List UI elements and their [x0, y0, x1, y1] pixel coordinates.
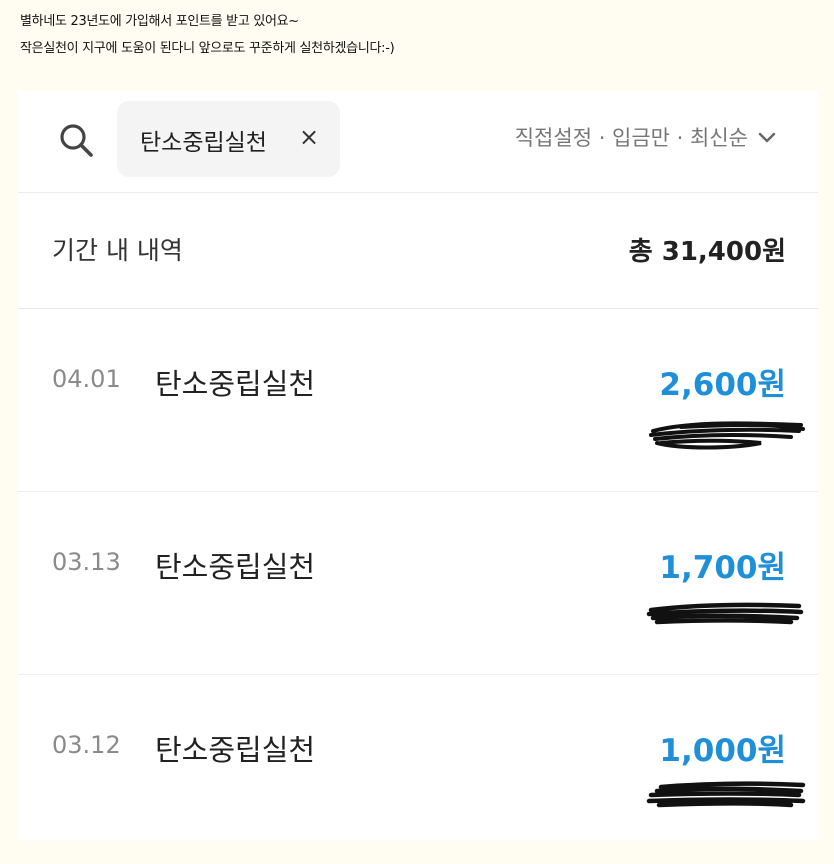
redaction-scribble [646, 602, 804, 625]
transaction-date: 03.13 [52, 548, 121, 576]
close-icon[interactable]: × [295, 123, 323, 151]
transaction-row[interactable]: 04.01 탄소중립실천 2,600원 [18, 309, 818, 492]
transaction-amount: 2,600원 [659, 367, 786, 403]
summary-total: 총 31,400원 [628, 237, 786, 267]
transaction-date: 03.12 [52, 731, 121, 759]
summary-label: 기간 내 내역 [52, 236, 183, 265]
transaction-amount: 1,000원 [659, 733, 786, 769]
redaction-scribble [649, 421, 805, 450]
search-icon[interactable] [58, 122, 94, 158]
transaction-title: 탄소중립실천 [155, 367, 316, 401]
transaction-row[interactable]: 03.13 탄소중립실천 1,700원 [18, 492, 818, 675]
transaction-title: 탄소중립실천 [155, 550, 316, 584]
caption-line-1: 별하네도 23년도에 가입해서 포인트를 받고 있어요~ [20, 14, 299, 29]
filter-dropdown[interactable]: 직접설정 · 입금만 · 최신순 [515, 122, 778, 152]
post-caption: 별하네도 23년도에 가입해서 포인트를 받고 있어요~ 작은실천이 지구에 도… [20, 8, 395, 62]
chip-label: 탄소중립실천 [140, 130, 267, 156]
caption-line-2: 작은실천이 지구에 도움이 된다니 앞으로도 꾸준하게 실천하겠습니다:-) [20, 41, 395, 56]
chevron-down-icon [756, 126, 778, 148]
period-summary: 기간 내 내역 총 31,400원 [18, 193, 818, 309]
filter-label: 직접설정 · 입금만 · 최신순 [514, 126, 748, 150]
redaction-scribble [646, 781, 806, 808]
transaction-date: 04.01 [52, 365, 121, 393]
transaction-card: 탄소중립실천 × 직접설정 · 입금만 · 최신순 기간 내 내역 총 31,4… [18, 90, 818, 840]
transaction-row[interactable]: 03.12 탄소중립실천 1,000원 [18, 675, 818, 857]
transaction-amount: 1,700원 [659, 550, 786, 586]
search-keyword-chip[interactable]: 탄소중립실천 × [117, 101, 340, 177]
transaction-title: 탄소중립실천 [155, 733, 316, 767]
search-filter-bar: 탄소중립실천 × 직접설정 · 입금만 · 최신순 [18, 90, 818, 193]
